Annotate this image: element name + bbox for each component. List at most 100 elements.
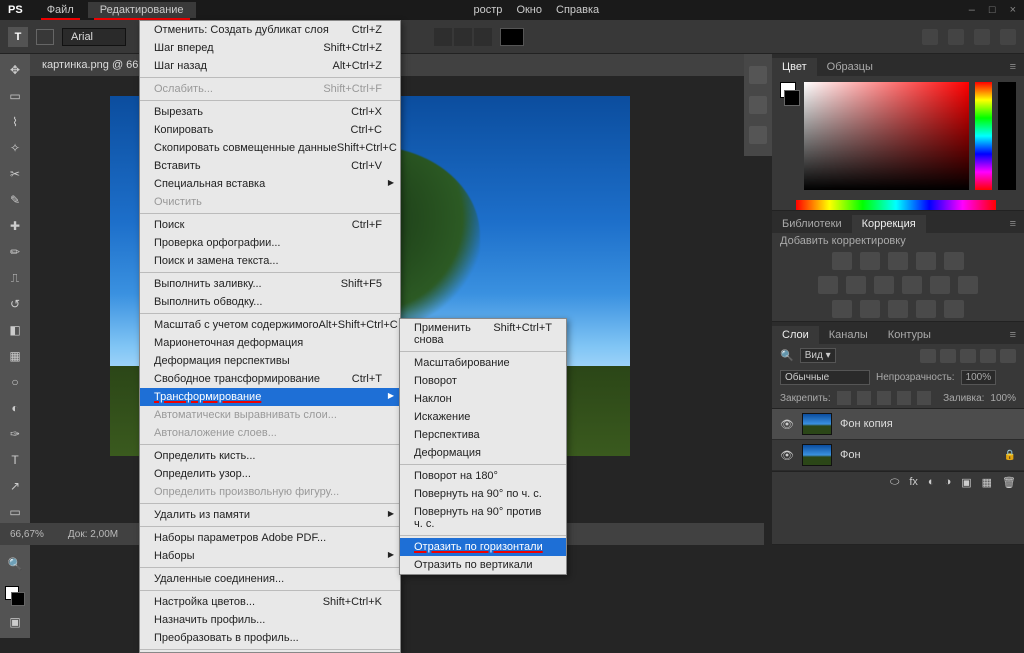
lock-position-icon[interactable] <box>877 391 891 405</box>
menu-item[interactable]: Отменить: Создать дубликат слояCtrl+Z <box>140 21 400 39</box>
menu-help[interactable]: Справка <box>550 2 605 18</box>
layer-name[interactable]: Фон копия <box>840 418 893 430</box>
lock-transparent-icon[interactable] <box>837 391 851 405</box>
lock-nesting-icon[interactable] <box>897 391 911 405</box>
submenu-item[interactable]: Поворот на 180° <box>400 467 566 485</box>
color-fg-bg[interactable] <box>780 82 798 106</box>
submenu-item[interactable]: Искажение <box>400 408 566 426</box>
spectrum-slider[interactable] <box>796 200 996 210</box>
mask-icon[interactable]: ◐ <box>928 476 935 489</box>
text-orientation-toggle[interactable] <box>36 29 54 45</box>
filter-adjust-icon[interactable] <box>940 349 956 363</box>
menu-item-partial[interactable]: ростр <box>468 2 509 18</box>
new-fill-icon[interactable]: ◑ <box>945 476 952 489</box>
submenu-item[interactable]: Перспектива <box>400 426 566 444</box>
panel-toggle-icon[interactable] <box>1000 29 1016 45</box>
filter-pixel-icon[interactable] <box>920 349 936 363</box>
menu-item[interactable]: Выполнить обводку... <box>140 293 400 311</box>
panel-menu-icon[interactable]: ≡ <box>1002 215 1024 233</box>
menu-item[interactable]: Масштаб с учетом содержимогоAlt+Shift+Ct… <box>140 316 400 334</box>
search-icon[interactable]: 🔍 <box>780 349 794 362</box>
delete-layer-icon[interactable]: 🗑 <box>1002 476 1016 489</box>
lock-image-icon[interactable] <box>857 391 871 405</box>
menu-item[interactable]: Поиск и замена текста... <box>140 252 400 270</box>
menu-item[interactable]: Проверка орфографии... <box>140 234 400 252</box>
submenu-item[interactable]: Деформация <box>400 444 566 462</box>
menu-item[interactable]: Наборы параметров Adobe PDF... <box>140 529 400 547</box>
fg-bg-swatch[interactable] <box>5 586 25 606</box>
char-panel-icon[interactable] <box>948 29 964 45</box>
zoom-level[interactable]: 66,67% <box>10 529 44 540</box>
menu-item[interactable]: Удаленные соединения... <box>140 570 400 588</box>
menu-item[interactable]: Назначить профиль... <box>140 611 400 629</box>
healing-tool-icon[interactable]: ✚ <box>5 216 25 236</box>
menu-item[interactable]: Свободное трансформированиеCtrl+T <box>140 370 400 388</box>
hue-sat-icon[interactable] <box>818 276 838 294</box>
align-center-icon[interactable] <box>454 28 472 46</box>
threshold-icon[interactable] <box>888 300 908 318</box>
new-layer-icon[interactable]: ▦ <box>982 476 992 489</box>
path-select-icon[interactable]: ↗ <box>5 476 25 496</box>
brushes-panel-icon[interactable] <box>749 126 767 144</box>
lock-all-icon[interactable] <box>917 391 931 405</box>
new-group-icon[interactable]: ▣ <box>961 476 971 489</box>
submenu-item[interactable]: Применить сноваShift+Ctrl+T <box>400 319 566 349</box>
submenu-item[interactable]: Отразить по горизонтали <box>400 538 566 556</box>
hue-slider[interactable] <box>975 82 993 190</box>
menu-edit[interactable]: Редактирование <box>88 2 196 18</box>
opacity-value[interactable]: 100% <box>961 370 997 385</box>
layer-name[interactable]: Фон <box>840 449 861 461</box>
menu-item[interactable]: Трансформирование <box>140 388 400 406</box>
menu-item[interactable]: КопироватьCtrl+C <box>140 121 400 139</box>
photo-filter-icon[interactable] <box>902 276 922 294</box>
tab-adjustments[interactable]: Коррекция <box>852 215 926 233</box>
submenu-item[interactable]: Повернуть на 90° по ч. с. <box>400 485 566 503</box>
submenu-item[interactable]: Повернуть на 90° против ч. с. <box>400 503 566 533</box>
history-brush-icon[interactable]: ↺ <box>5 294 25 314</box>
clone-tool-icon[interactable]: ⎍ <box>5 268 25 288</box>
blur-tool-icon[interactable]: ○ <box>5 372 25 392</box>
menu-item[interactable]: Удалить из памяти <box>140 506 400 524</box>
link-layers-icon[interactable]: ⬭ <box>890 476 899 489</box>
filter-type-icon[interactable] <box>960 349 976 363</box>
fill-value[interactable]: 100% <box>990 393 1016 404</box>
tab-swatches[interactable]: Образцы <box>817 58 883 76</box>
menu-item[interactable]: Преобразовать в профиль... <box>140 629 400 647</box>
pen-tool-icon[interactable]: ✑ <box>5 424 25 444</box>
submenu-item[interactable]: Отразить по вертикали <box>400 556 566 574</box>
brightness-icon[interactable] <box>832 252 852 270</box>
submenu-item[interactable]: Масштабирование <box>400 354 566 372</box>
filter-kind-select[interactable]: Вид ▾ <box>800 348 836 363</box>
3d-icon[interactable] <box>974 29 990 45</box>
eraser-tool-icon[interactable]: ◧ <box>5 320 25 340</box>
brush-tool-icon[interactable]: ✏ <box>5 242 25 262</box>
levels-icon[interactable] <box>860 252 880 270</box>
dodge-tool-icon[interactable]: ◐ <box>5 398 25 418</box>
menu-item[interactable]: Определить кисть... <box>140 447 400 465</box>
font-family-select[interactable]: Arial <box>62 28 126 46</box>
doc-size[interactable]: Док: 2,00M <box>68 529 118 540</box>
eyedropper-tool-icon[interactable]: ✎ <box>5 190 25 210</box>
menu-item[interactable]: Шаг назадAlt+Ctrl+Z <box>140 57 400 75</box>
tab-paths[interactable]: Контуры <box>878 326 941 344</box>
menu-window[interactable]: Окно <box>510 2 548 18</box>
shape-tool-icon[interactable]: ▭ <box>5 502 25 522</box>
panel-menu-icon[interactable]: ≡ <box>1002 326 1024 344</box>
tab-channels[interactable]: Каналы <box>819 326 878 344</box>
menu-item[interactable]: Деформация перспективы <box>140 352 400 370</box>
menu-item[interactable]: Специальная вставка <box>140 175 400 193</box>
gradient-map-icon[interactable] <box>916 300 936 318</box>
tab-color[interactable]: Цвет <box>772 58 817 76</box>
invert-icon[interactable] <box>832 300 852 318</box>
color-lookup-icon[interactable] <box>958 276 978 294</box>
menu-item[interactable]: Наборы <box>140 547 400 565</box>
text-color-swatch[interactable] <box>500 28 524 46</box>
selective-color-icon[interactable] <box>944 300 964 318</box>
quick-select-tool-icon[interactable]: ✧ <box>5 138 25 158</box>
menu-item[interactable]: Марионеточная деформация <box>140 334 400 352</box>
menu-item[interactable]: ПоискCtrl+F <box>140 216 400 234</box>
move-tool-icon[interactable]: ✥ <box>5 60 25 80</box>
minimize-button[interactable]: – <box>969 4 975 16</box>
warp-text-icon[interactable] <box>922 29 938 45</box>
posterize-icon[interactable] <box>860 300 880 318</box>
